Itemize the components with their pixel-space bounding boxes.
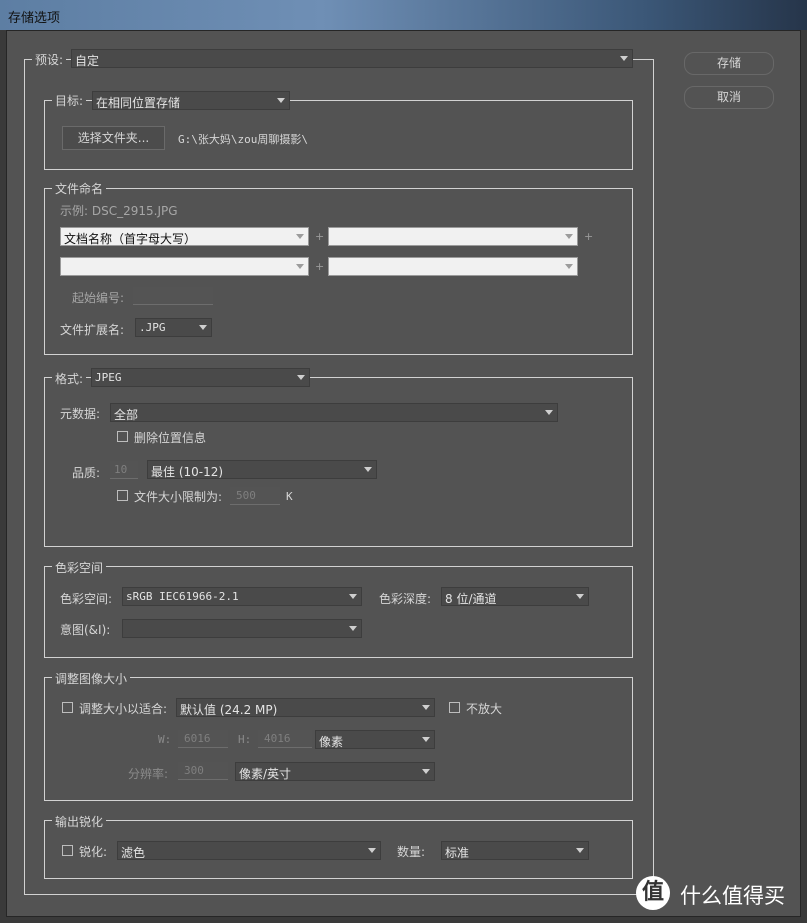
color-depth-label: 色彩深度: xyxy=(379,592,432,606)
metadata-select[interactable]: 全部 xyxy=(110,403,558,422)
quality-input[interactable]: 10 xyxy=(110,461,138,479)
chevron-down-icon xyxy=(296,234,304,239)
preset-value: 自定 xyxy=(75,54,100,68)
chevron-down-icon xyxy=(620,56,628,61)
resolution-input[interactable]: 300 xyxy=(178,762,228,780)
format-label: 格式: xyxy=(52,370,87,387)
naming-example: 示例: DSC_2915.JPG xyxy=(60,204,178,218)
chevron-down-icon xyxy=(545,410,553,415)
color-depth-select[interactable]: 8 位/通道 xyxy=(441,587,589,606)
color-space-select[interactable]: sRGB IEC61966-2.1 xyxy=(122,587,362,606)
plus-sign: + xyxy=(315,230,325,243)
chevron-down-icon xyxy=(422,737,430,742)
resolution-label: 分辨率: xyxy=(128,767,169,781)
amount-label: 数量: xyxy=(397,845,426,859)
quality-label: 品质: xyxy=(72,466,101,480)
color-space-legend: 色彩空间 xyxy=(52,559,107,576)
preset-label: 预设: xyxy=(32,51,67,68)
width-label: W: xyxy=(158,733,172,746)
sharpen-select[interactable]: 滤色 xyxy=(117,841,381,860)
chevron-down-icon xyxy=(422,769,430,774)
resize-checkbox[interactable] xyxy=(62,702,73,713)
color-depth-value: 8 位/通道 xyxy=(445,592,497,606)
chevron-down-icon xyxy=(364,467,372,472)
window-title: 存储选项 xyxy=(8,11,61,26)
file-size-limit-checkbox[interactable] xyxy=(117,490,128,501)
width-input[interactable]: 6016 xyxy=(178,730,228,748)
chevron-down-icon xyxy=(576,594,584,599)
resize-fit-label: 调整大小以适合: xyxy=(79,702,168,716)
file-size-limit-input[interactable]: 500 xyxy=(230,487,280,505)
preset-select[interactable]: 自定 xyxy=(71,49,633,68)
amount-value: 标准 xyxy=(445,846,470,860)
destination-value: 在相同位置存储 xyxy=(96,96,181,110)
save-button[interactable]: 存储 xyxy=(684,52,774,75)
plus-sign: + xyxy=(584,230,594,243)
chevron-down-icon xyxy=(199,325,207,330)
naming-field-4[interactable] xyxy=(328,257,578,276)
size-unit-select[interactable]: 像素 xyxy=(315,730,435,749)
format-value: JPEG xyxy=(95,371,122,384)
metadata-value: 全部 xyxy=(114,408,139,422)
no-enlarge-label: 不放大 xyxy=(466,702,503,716)
intent-label: 意图(&I): xyxy=(60,623,111,637)
chevron-down-icon xyxy=(565,264,573,269)
color-space-group xyxy=(44,566,633,658)
resize-fit-select[interactable]: 默认值 (24.2 MP) xyxy=(176,698,435,717)
resolution-unit-select[interactable]: 像素/英寸 xyxy=(235,762,435,781)
format-select[interactable]: JPEG xyxy=(91,368,310,387)
naming-field-1[interactable]: 文档名称（首字母大写） xyxy=(60,227,309,246)
watermark-logo-icon: 值 xyxy=(636,876,670,910)
cancel-button[interactable]: 取消 xyxy=(684,86,774,109)
naming-field-1-value: 文档名称（首字母大写） xyxy=(64,232,197,246)
resize-legend: 调整图像大小 xyxy=(52,670,131,687)
remove-location-checkbox[interactable] xyxy=(117,431,128,442)
resize-fit-value: 默认值 (24.2 MP) xyxy=(180,703,278,717)
height-label: H: xyxy=(238,733,252,746)
height-input[interactable]: 4016 xyxy=(258,730,312,748)
sharpen-label: 锐化: xyxy=(79,845,108,859)
sharpen-legend: 输出锐化 xyxy=(52,813,107,830)
resolution-unit-value: 像素/英寸 xyxy=(239,767,292,781)
chevron-down-icon xyxy=(296,264,304,269)
watermark-text: 什么值得买 xyxy=(680,884,785,908)
window-titlebar: 存储选项 xyxy=(0,0,807,30)
intent-select[interactable] xyxy=(122,619,362,638)
destination-label: 目标: xyxy=(52,92,87,109)
start-number-label: 起始编号: xyxy=(72,291,125,305)
extension-select[interactable]: .JPG xyxy=(135,318,212,337)
no-enlarge-checkbox[interactable] xyxy=(449,702,460,713)
size-unit-value: 像素 xyxy=(319,735,344,749)
metadata-label: 元数据: xyxy=(60,407,101,421)
amount-select[interactable]: 标准 xyxy=(441,841,589,860)
extension-label: 文件扩展名: xyxy=(60,323,125,337)
file-size-unit: K xyxy=(286,490,293,503)
remove-location-label: 删除位置信息 xyxy=(134,431,207,445)
destination-path: G:\张大妈\zou周聊摄影\ xyxy=(178,133,308,146)
file-size-limit-label: 文件大小限制为: xyxy=(134,490,223,504)
destination-select[interactable]: 在相同位置存储 xyxy=(92,91,290,110)
plus-sign: + xyxy=(315,260,325,273)
color-space-label: 色彩空间: xyxy=(60,592,113,606)
sharpen-value: 滤色 xyxy=(121,846,146,860)
extension-value: .JPG xyxy=(139,321,166,334)
chevron-down-icon xyxy=(297,375,305,380)
sharpen-checkbox[interactable] xyxy=(62,845,73,856)
chevron-down-icon xyxy=(565,234,573,239)
choose-folder-button[interactable]: 选择文件夹... xyxy=(62,126,165,150)
start-number-input[interactable] xyxy=(133,287,213,305)
quality-select-value: 最佳 (10-12) xyxy=(151,465,224,479)
chevron-down-icon xyxy=(349,594,357,599)
color-space-value: sRGB IEC61966-2.1 xyxy=(126,590,239,603)
quality-select[interactable]: 最佳 (10-12) xyxy=(147,460,377,479)
chevron-down-icon xyxy=(422,705,430,710)
chevron-down-icon xyxy=(277,98,285,103)
chevron-down-icon xyxy=(576,848,584,853)
chevron-down-icon xyxy=(368,848,376,853)
chevron-down-icon xyxy=(349,626,357,631)
naming-legend: 文件命名 xyxy=(52,180,107,197)
naming-field-2[interactable] xyxy=(328,227,578,246)
naming-field-3[interactable] xyxy=(60,257,309,276)
